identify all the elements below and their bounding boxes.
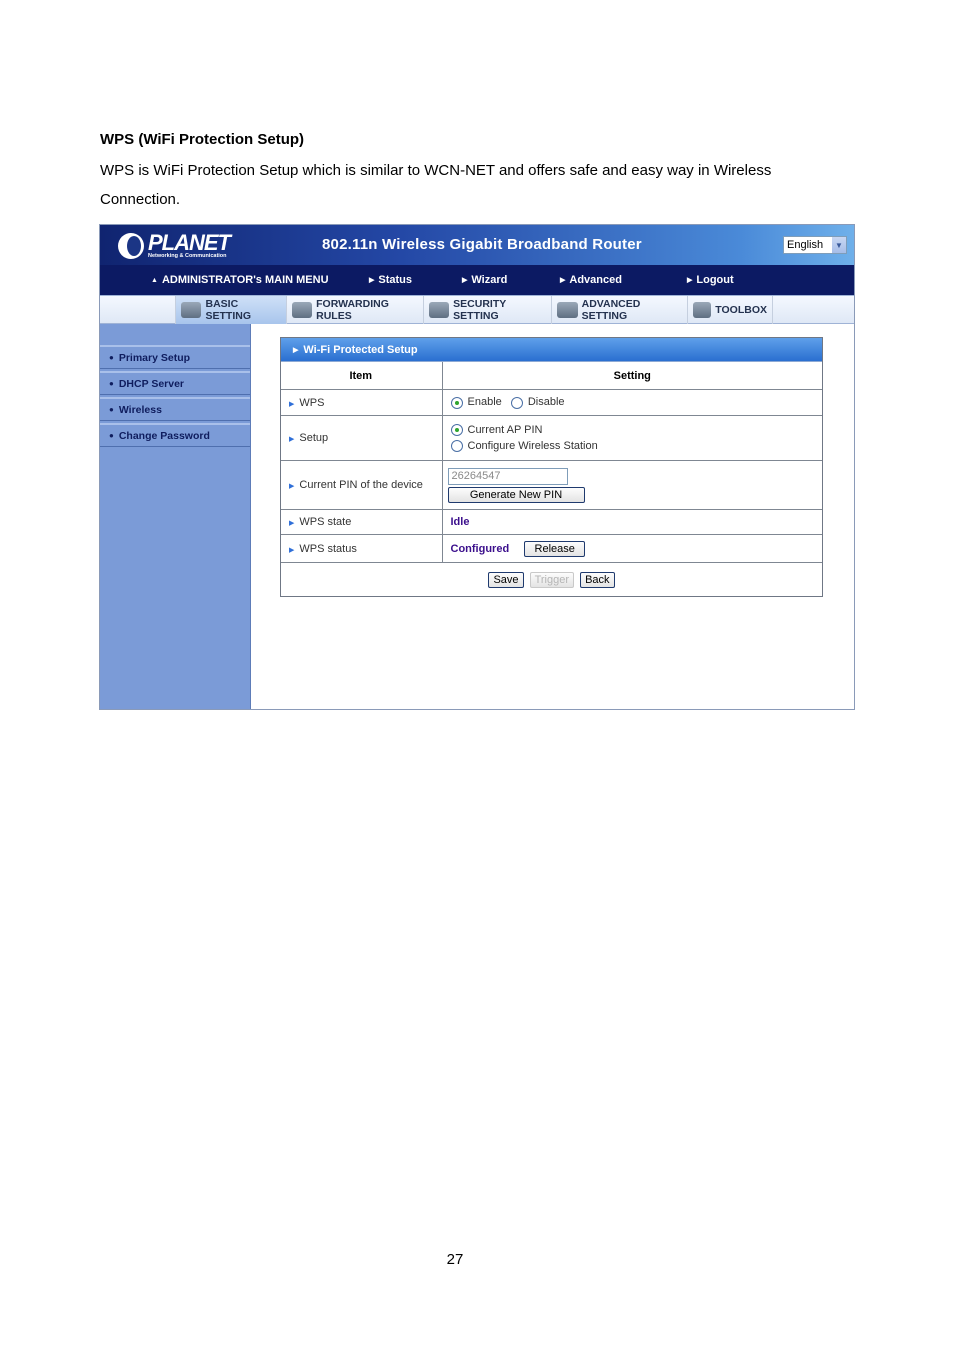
sidebar-item-change-password[interactable]: ● Change Password [100, 423, 250, 447]
table-row-wps: ▶ WPS Enable Disable [281, 389, 822, 416]
pin-input[interactable]: 26264547 [447, 467, 568, 485]
advanced-icon [557, 302, 578, 318]
wps-disable-label: Disable [527, 396, 565, 409]
bullet-icon: ● [109, 405, 114, 414]
logo-word: PLANET [148, 229, 231, 255]
wps-enable-label: Enable [467, 396, 502, 409]
triangle-right-icon: ▶ [462, 277, 468, 284]
banner: PLANET Networking & Communication 802.11… [100, 225, 854, 295]
wps-disable-radio[interactable] [510, 396, 523, 409]
doc-paragraph: WPS is WiFi Protection Setup which is si… [100, 162, 772, 208]
triangle-right-icon: ▶ [687, 277, 693, 284]
save-button[interactable]: Save [488, 572, 524, 589]
triangle-right-icon: ▶ [289, 400, 295, 408]
tab-toolbox[interactable]: TOOLBOX [687, 296, 773, 324]
release-button[interactable]: Release [524, 540, 586, 557]
logo-tagline: Networking & Communication [148, 252, 227, 259]
row-label: Current PIN of the device [299, 479, 423, 491]
menu-admin[interactable]: ▲ ADMINISTRATOR's MAIN MENU [151, 274, 329, 286]
bullet-icon: ● [109, 431, 114, 440]
menu-wizard[interactable]: ▶ Wizard [462, 274, 507, 286]
menu-advanced-label: Advanced [569, 274, 622, 286]
wps-state-value: Idle [450, 516, 470, 528]
table-row-actions: Save Trigger Back [281, 563, 822, 598]
menu-logout-label: Logout [696, 274, 734, 286]
triangle-right-icon: ▶ [289, 483, 295, 490]
language-value: English [787, 239, 824, 251]
row-label: WPS state [299, 516, 352, 528]
tab-forwarding-rules[interactable]: FORWARDING RULES [286, 296, 423, 324]
row-label: WPS [299, 396, 325, 409]
wps-enable-radio[interactable] [450, 396, 463, 409]
tab-label: SECURITY SETTING [453, 298, 507, 322]
tab-label: TOOLBOX [715, 304, 767, 316]
panel-header: ▶ Wi-Fi Protected Setup [281, 338, 822, 362]
sidebar-item-label: Change Password [118, 429, 210, 442]
forward-icon [292, 302, 313, 318]
planet-logo: PLANET Networking & Communication [118, 229, 231, 261]
table-row-current-pin: ▶ Current PIN of the device 26264547 Gene… [281, 460, 822, 510]
menu-advanced[interactable]: ▶ Advanced [560, 274, 622, 286]
wps-status-value: Configured [450, 542, 510, 555]
tab-bar: BASIC SETTING FORWARDING RULES SECURITY … [100, 295, 854, 324]
sidebar-item-label: DHCP Server [118, 377, 185, 390]
back-button[interactable]: Back [580, 572, 615, 589]
planet-logo-icon [118, 233, 144, 259]
main-menu: ▲ ADMINISTRATOR's MAIN MENU ▶ Status ▶ W… [100, 265, 854, 295]
triangle-right-icon: ▶ [289, 436, 295, 443]
sidebar-item-dhcp-server[interactable]: ● DHCP Server [100, 371, 250, 395]
trigger-button[interactable]: Trigger [529, 572, 575, 589]
table-header: Item Setting [281, 362, 822, 390]
tab-label: ADVANCED SETTING [581, 298, 641, 322]
sidebar-item-wireless[interactable]: ● Wireless [100, 397, 250, 421]
row-label: Setup [299, 432, 329, 444]
router-title: 802.11n Wireless Gigabit Broadband Route… [322, 236, 642, 253]
doc-heading: WPS (WiFi Protection Setup) [100, 131, 305, 148]
triangle-right-icon: ▶ [369, 277, 375, 284]
router-screenshot: PLANET Networking & Communication 802.11… [99, 224, 855, 710]
tab-security-setting[interactable]: SECURITY SETTING [423, 296, 551, 324]
table-row-wps-status: ▶ WPS status Configured Release [281, 534, 822, 563]
chevron-down-icon[interactable]: ▼ [832, 237, 846, 253]
triangle-right-icon: ▶ [560, 277, 566, 284]
menu-status-label: Status [378, 274, 413, 286]
bullet-icon: ● [109, 379, 114, 388]
tab-label: BASIC SETTING [205, 298, 251, 322]
triangle-right-icon: ▶ [293, 346, 299, 354]
tab-advanced-setting[interactable]: ADVANCED SETTING [551, 296, 687, 324]
folder-doc-icon [181, 302, 202, 318]
table-row-setup: ▶ Setup Current AP PIN Configure Wireless… [281, 415, 822, 461]
sidebar: ● Primary Setup ● DHCP Server ● Wireless… [100, 324, 251, 709]
triangle-right-icon: ▶ [289, 546, 295, 554]
menu-status[interactable]: ▶ Status [369, 274, 412, 286]
generate-new-pin-button[interactable]: Generate New PIN [447, 486, 585, 503]
triangle-right-icon: ▶ [289, 520, 295, 527]
bullet-icon: ● [109, 353, 114, 362]
panel-title: Wi-Fi Protected Setup [303, 343, 418, 356]
row-label: WPS status [299, 542, 357, 555]
wps-table: Item Setting ▶ WPS Enable Disable ▶ Setup … [281, 362, 822, 598]
menu-admin-label: ADMINISTRATOR's MAIN MENU [161, 274, 329, 286]
column-header-setting: Setting [442, 362, 822, 390]
user-icon: ▲ [151, 276, 158, 284]
menu-wizard-label: Wizard [471, 274, 508, 286]
setup-configure-station-radio[interactable] [450, 440, 463, 453]
setup-current-ap-pin-radio[interactable] [450, 424, 463, 436]
tab-basic-setting[interactable]: BASIC SETTING [175, 296, 286, 324]
column-header-item: Item [281, 362, 443, 390]
setup-current-ap-pin-label: Current AP PIN [467, 423, 543, 436]
table-row-wps-state: ▶ WPS state Idle [281, 509, 822, 535]
tab-label: FORWARDING RULES [316, 298, 389, 322]
language-select[interactable]: English ▼ [783, 236, 847, 254]
page-number: 27 [446, 1251, 464, 1268]
sidebar-item-label: Wireless [118, 403, 162, 416]
wps-panel: ▶ Wi-Fi Protected Setup Item Setting ▶ WP… [280, 337, 823, 597]
setup-configure-station-label: Configure Wireless Station [467, 440, 598, 452]
sidebar-item-primary-setup[interactable]: ● Primary Setup [100, 345, 250, 369]
menu-logout[interactable]: ▶ Logout [687, 274, 734, 286]
security-icon [429, 302, 450, 318]
toolbox-icon [693, 302, 712, 318]
sidebar-item-label: Primary Setup [118, 351, 191, 364]
